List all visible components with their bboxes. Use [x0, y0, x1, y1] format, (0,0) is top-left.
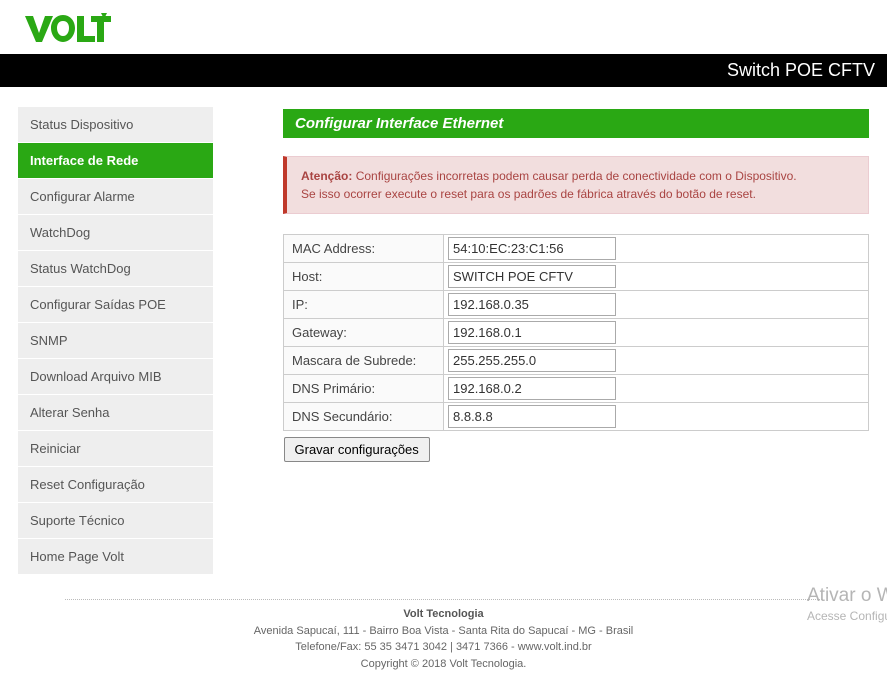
- sidebar-item-home-page-volt[interactable]: Home Page Volt: [18, 539, 213, 575]
- sidebar: Status Dispositivo Interface de Rede Con…: [18, 107, 213, 575]
- footer: Volt Tecnologia Avenida Sapucaí, 111 - B…: [65, 599, 822, 684]
- label-mac: MAC Address:: [284, 235, 444, 263]
- footer-copyright: Copyright © 2018 Volt Tecnologia.: [65, 656, 822, 673]
- label-dns2: DNS Secundário:: [284, 403, 444, 431]
- input-dns1[interactable]: [448, 377, 616, 400]
- sidebar-item-reset-config[interactable]: Reset Configuração: [18, 467, 213, 503]
- alert-box: Atenção: Configurações incorretas podem …: [283, 156, 869, 214]
- page-title: Configurar Interface Ethernet: [283, 109, 869, 138]
- save-button[interactable]: Gravar configurações: [284, 437, 430, 462]
- brand-logo: [20, 8, 111, 51]
- row-mac: MAC Address:: [284, 235, 869, 263]
- input-ip[interactable]: [448, 293, 616, 316]
- sidebar-item-alterar-senha[interactable]: Alterar Senha: [18, 395, 213, 431]
- alert-title: Atenção:: [301, 169, 352, 183]
- row-save: Gravar configurações: [284, 431, 869, 463]
- blackbar: Switch POE CFTV: [0, 54, 887, 87]
- row-dns2: DNS Secundário:: [284, 403, 869, 431]
- sidebar-item-watchdog[interactable]: WatchDog: [18, 215, 213, 251]
- alert-line2: Se isso ocorrer execute o reset para os …: [301, 187, 756, 201]
- label-gateway: Gateway:: [284, 319, 444, 347]
- sidebar-item-status-watchdog[interactable]: Status WatchDog: [18, 251, 213, 287]
- footer-phone: Telefone/Fax: 55 35 3471 3042 | 3471 736…: [65, 639, 822, 656]
- label-mask: Mascara de Subrede:: [284, 347, 444, 375]
- main-content: Configurar Interface Ethernet Atenção: C…: [283, 107, 869, 462]
- sidebar-item-configurar-saidas-poe[interactable]: Configurar Saídas POE: [18, 287, 213, 323]
- footer-address: Avenida Sapucaí, 111 - Bairro Boa Vista …: [65, 623, 822, 640]
- row-dns1: DNS Primário:: [284, 375, 869, 403]
- row-ip: IP:: [284, 291, 869, 319]
- row-gateway: Gateway:: [284, 319, 869, 347]
- sidebar-item-status-dispositivo[interactable]: Status Dispositivo: [18, 107, 213, 143]
- label-dns1: DNS Primário:: [284, 375, 444, 403]
- input-host[interactable]: [448, 265, 616, 288]
- sidebar-item-download-mib[interactable]: Download Arquivo MIB: [18, 359, 213, 395]
- sidebar-item-interface-rede[interactable]: Interface de Rede: [18, 143, 213, 179]
- input-mask[interactable]: [448, 349, 616, 372]
- input-dns2[interactable]: [448, 405, 616, 428]
- blackbar-title: Switch POE CFTV: [727, 60, 875, 80]
- sidebar-item-configurar-alarme[interactable]: Configurar Alarme: [18, 179, 213, 215]
- alert-line1: Configurações incorretas podem causar pe…: [356, 169, 797, 183]
- header: [0, 0, 887, 54]
- row-host: Host:: [284, 263, 869, 291]
- sidebar-item-suporte-tecnico[interactable]: Suporte Técnico: [18, 503, 213, 539]
- label-host: Host:: [284, 263, 444, 291]
- config-form-table: MAC Address: Host: IP: Gateway: Mascara …: [283, 234, 869, 462]
- row-mask: Mascara de Subrede:: [284, 347, 869, 375]
- input-gateway[interactable]: [448, 321, 616, 344]
- footer-company: Volt Tecnologia: [65, 606, 822, 623]
- label-ip: IP:: [284, 291, 444, 319]
- sidebar-item-reiniciar[interactable]: Reiniciar: [18, 431, 213, 467]
- input-mac[interactable]: [448, 237, 616, 260]
- sidebar-item-snmp[interactable]: SNMP: [18, 323, 213, 359]
- container: Status Dispositivo Interface de Rede Con…: [0, 107, 887, 575]
